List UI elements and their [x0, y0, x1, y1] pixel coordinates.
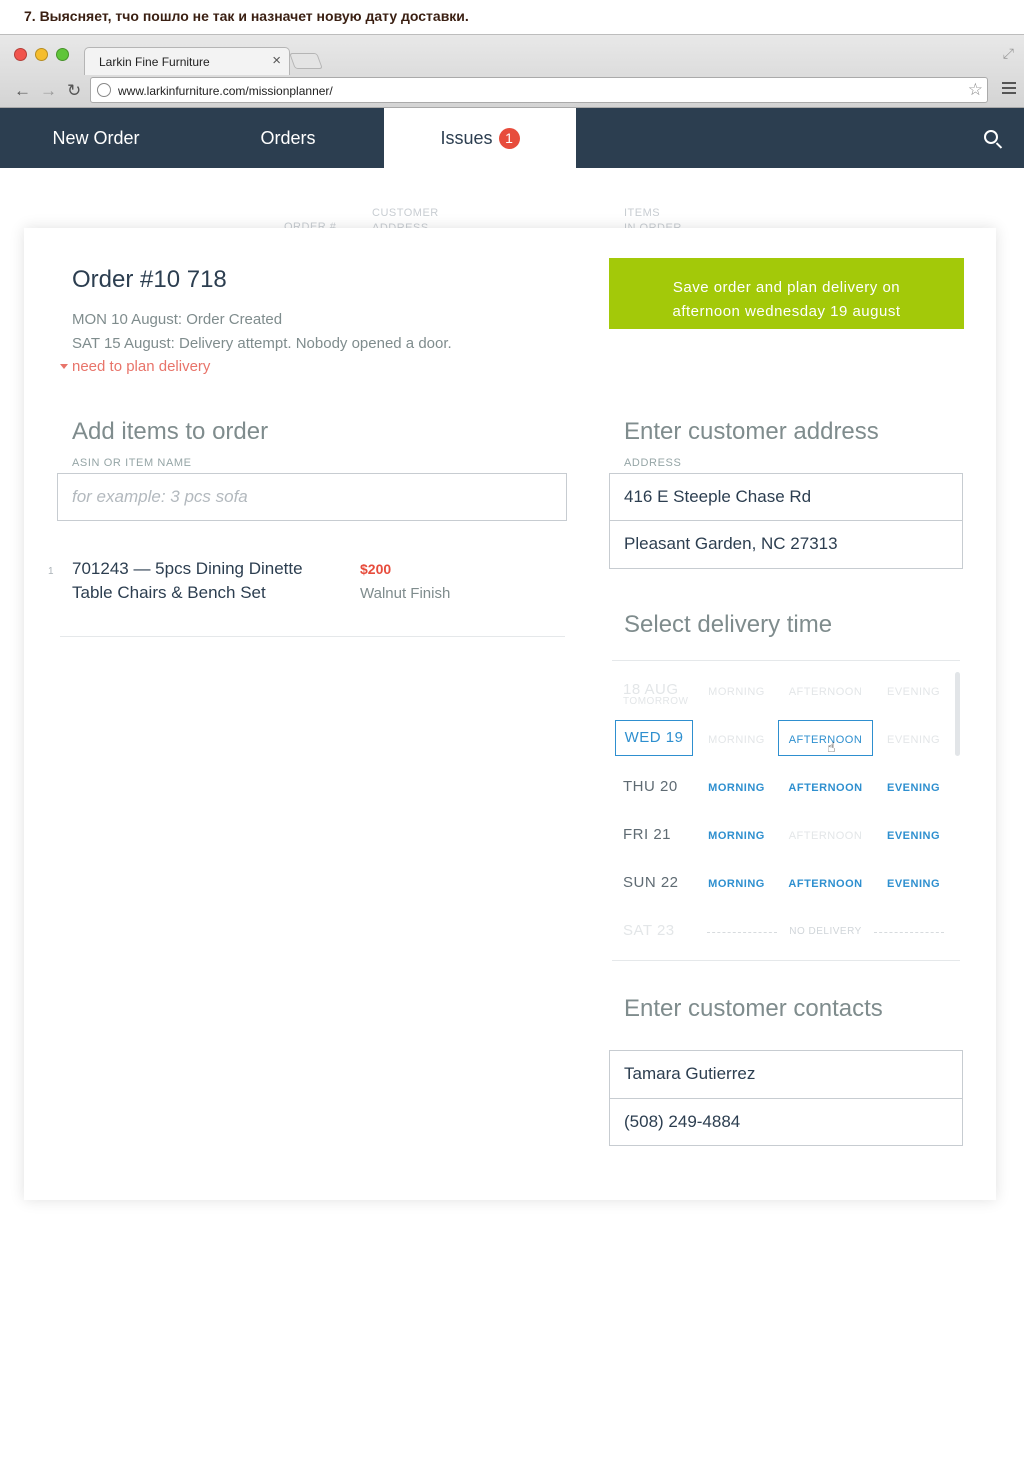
delivery-bottom-divider: [612, 960, 960, 961]
minimize-window-icon[interactable]: [35, 48, 48, 61]
customer-column-header-line: CUSTOMER: [372, 207, 439, 219]
items-section-title: Add items to order: [72, 418, 269, 445]
address-line2-input[interactable]: Pleasant Garden, NC 27313: [609, 520, 963, 569]
page-caption: 7. Выясняет, тчо пошло не так и назначет…: [24, 8, 469, 24]
slot-afternoon[interactable]: AFTERNOON: [778, 878, 873, 890]
bookmark-star-icon[interactable]: ☆: [968, 80, 983, 100]
browser-tab-title: Larkin Fine Furniture: [99, 55, 210, 69]
tab-label: Issues: [440, 128, 493, 148]
day-wed-19-selected[interactable]: WED 19: [615, 720, 693, 756]
slot-morning[interactable]: MORNING: [689, 782, 784, 794]
globe-icon: [97, 83, 111, 97]
new-tab-button[interactable]: [289, 53, 323, 69]
history-entry: MON 10 August: Order Created: [72, 311, 283, 328]
no-delivery-dash-right: [874, 932, 944, 933]
url-text: www.larkinfurniture.com/missionplanner/: [118, 84, 333, 98]
slot-morning[interactable]: MORNING: [689, 830, 784, 842]
day-sublabel: TOMORROW: [623, 696, 689, 707]
delivery-section-title: Select delivery time: [624, 611, 833, 638]
close-tab-icon[interactable]: ×: [272, 52, 281, 69]
save-order-button[interactable]: Save order and plan delivery on afternoo…: [609, 258, 964, 329]
search-icon[interactable]: [984, 130, 998, 144]
tab-issues[interactable]: Issues 1: [384, 108, 576, 168]
day-sat-23: SAT 23: [623, 922, 675, 939]
back-arrow-icon[interactable]: ←: [14, 81, 31, 101]
slot-afternoon-selected[interactable]: AFTERNOON: [778, 720, 873, 756]
hand-cursor-icon: ☝: [827, 739, 836, 755]
contacts-section-title: Enter customer contacts: [624, 995, 883, 1022]
app-navbar: New Order Orders Issues 1: [0, 108, 1024, 168]
tab-label: New Order: [52, 128, 140, 148]
item-search-input[interactable]: for example: 3 pcs sofa: [57, 473, 567, 521]
slot-afternoon: AFTERNOON: [788, 830, 863, 842]
tab-label: Orders: [260, 128, 316, 148]
browser-chrome: Larkin Fine Furniture × ⤢ ← → ↻ www.lark…: [0, 34, 1024, 108]
delivery-top-divider: [612, 660, 960, 661]
slot-morning: MORNING: [708, 734, 765, 746]
address-field-label: ADDRESS: [624, 457, 682, 469]
need-plan-delivery-link[interactable]: need to plan delivery: [72, 358, 210, 375]
slot-morning[interactable]: MORNING: [689, 878, 784, 890]
address-section-title: Enter customer address: [624, 418, 879, 445]
history-entry: SAT 15 August: Delivery attempt. Nobody …: [72, 335, 452, 352]
issues-count-badge: 1: [498, 128, 520, 149]
item-price: $200: [360, 561, 392, 577]
items-column-header-line: ITEMS: [624, 207, 661, 219]
day-fri-21: FRI 21: [623, 826, 672, 843]
item-name: 701243 — 5pcs Dining Dinette Table Chair…: [72, 559, 303, 602]
close-window-icon[interactable]: [14, 48, 27, 61]
slot-evening[interactable]: EVENING: [866, 830, 961, 842]
fullscreen-icon[interactable]: ⤢: [1003, 45, 1014, 62]
customer-name-input[interactable]: Tamara Gutierrez: [609, 1050, 963, 1099]
item-field-label: ASIN OR ITEM NAME: [72, 457, 192, 469]
address-bar[interactable]: www.larkinfurniture.com/missionplanner/ …: [90, 77, 988, 103]
day-sun-22: SUN 22: [623, 874, 679, 891]
order-title: Order #10 718: [72, 266, 227, 293]
zoom-window-icon[interactable]: [56, 48, 69, 61]
save-button-line: afternoon wednesday 19 august: [672, 302, 901, 320]
tab-new-order[interactable]: New Order: [0, 108, 192, 168]
slot-afternoon: AFTERNOON: [788, 686, 863, 698]
day-label: 18 AUG: [623, 681, 679, 698]
save-button-line: Save order and plan delivery on: [672, 278, 901, 296]
reload-icon[interactable]: ↻: [67, 81, 81, 101]
day-thu-20: THU 20: [623, 778, 678, 795]
order-card: Order #10 718 MON 10 August: Order Creat…: [24, 228, 996, 1200]
slot-evening[interactable]: EVENING: [866, 782, 961, 794]
item-index: 1: [48, 566, 54, 577]
customer-phone-input[interactable]: (508) 249-4884: [609, 1098, 963, 1146]
tab-orders[interactable]: Orders: [192, 108, 384, 168]
day-18-aug: 18 AUG TOMORROW: [623, 682, 688, 707]
items-divider: [60, 636, 565, 637]
slot-evening: EVENING: [886, 686, 940, 698]
item-finish: Walnut Finish: [360, 585, 451, 602]
browser-tab[interactable]: Larkin Fine Furniture ×: [84, 47, 290, 75]
slot-evening[interactable]: EVENING: [866, 878, 961, 890]
slot-afternoon[interactable]: AFTERNOON: [778, 782, 873, 794]
address-line1-input[interactable]: 416 E Steeple Chase Rd: [609, 473, 963, 521]
forward-arrow-icon[interactable]: →: [40, 81, 57, 101]
slot-morning: MORNING: [708, 686, 765, 698]
browser-menu-icon[interactable]: [1002, 82, 1016, 97]
slot-evening: EVENING: [886, 734, 940, 746]
caret-down-icon: [60, 364, 68, 369]
